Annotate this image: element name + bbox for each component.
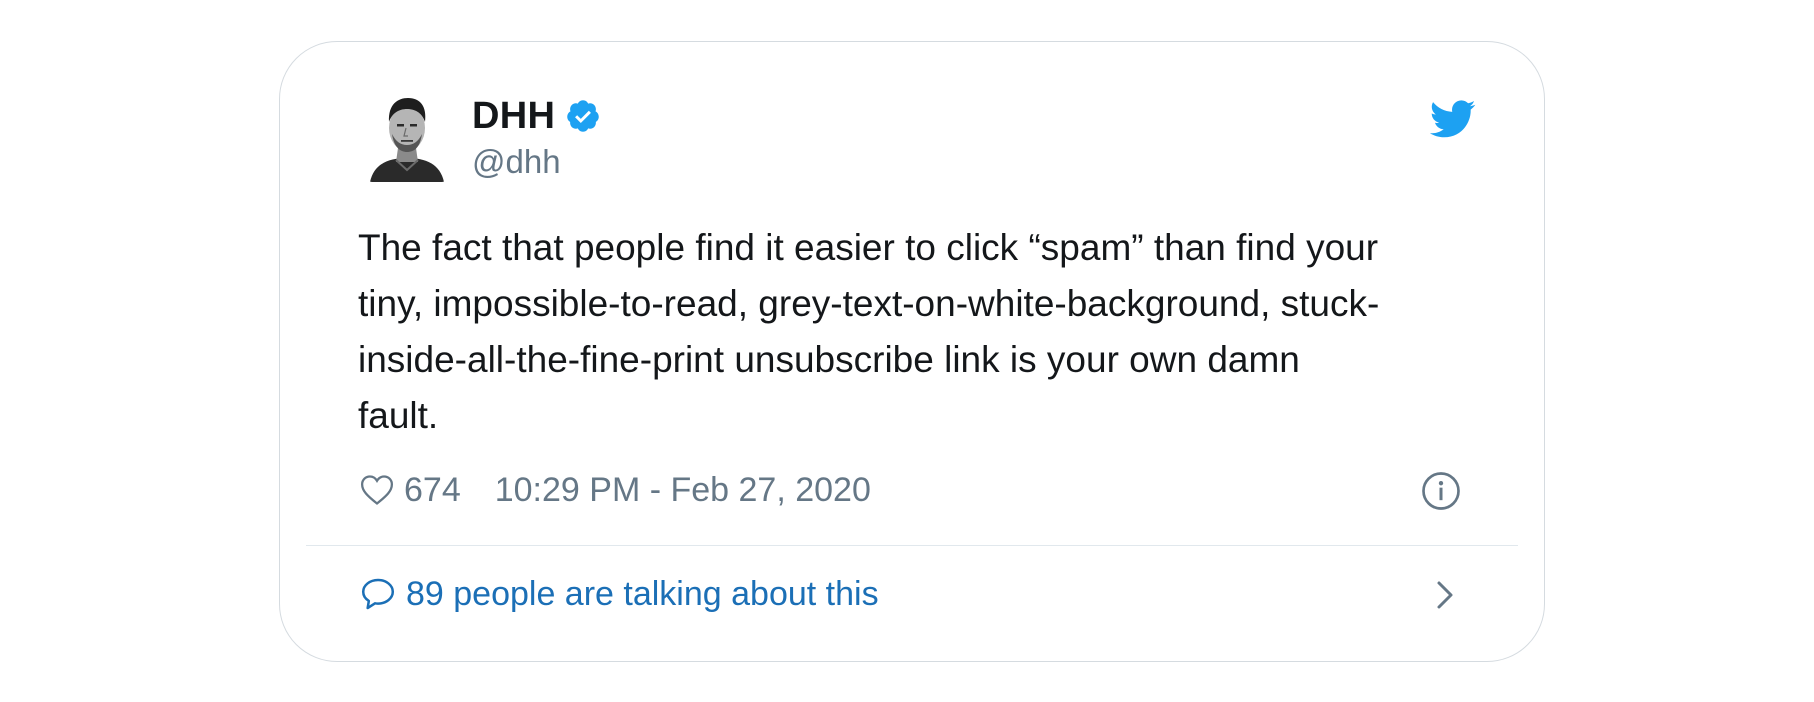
- author-display-name[interactable]: DHH: [472, 95, 555, 138]
- speech-bubble-icon: [360, 577, 396, 611]
- heart-icon[interactable]: [360, 474, 394, 506]
- chevron-right-icon[interactable]: [1430, 577, 1460, 613]
- tweet-timestamp[interactable]: 10:29 PM - Feb 27, 2020: [495, 471, 871, 510]
- author-handle[interactable]: @dhh: [472, 143, 561, 181]
- author-name-row[interactable]: DHH: [472, 94, 601, 138]
- tweet-meta-row: 674 10:29 PM - Feb 27, 2020: [360, 470, 871, 510]
- twitter-bird-icon[interactable]: [1428, 100, 1476, 140]
- avatar[interactable]: [368, 90, 446, 182]
- like-count[interactable]: 674: [404, 471, 461, 510]
- tweet-text: The fact that people find it easier to c…: [358, 227, 1380, 436]
- info-icon[interactable]: [1421, 471, 1461, 511]
- conversation-label[interactable]: 89 people are talking about this: [406, 575, 879, 614]
- verified-badge-icon: [565, 98, 601, 134]
- divider: [306, 545, 1518, 546]
- conversation-link[interactable]: 89 people are talking about this: [360, 574, 879, 614]
- embedded-tweet-card: DHH @dhh The fact that people find it ea…: [279, 41, 1545, 662]
